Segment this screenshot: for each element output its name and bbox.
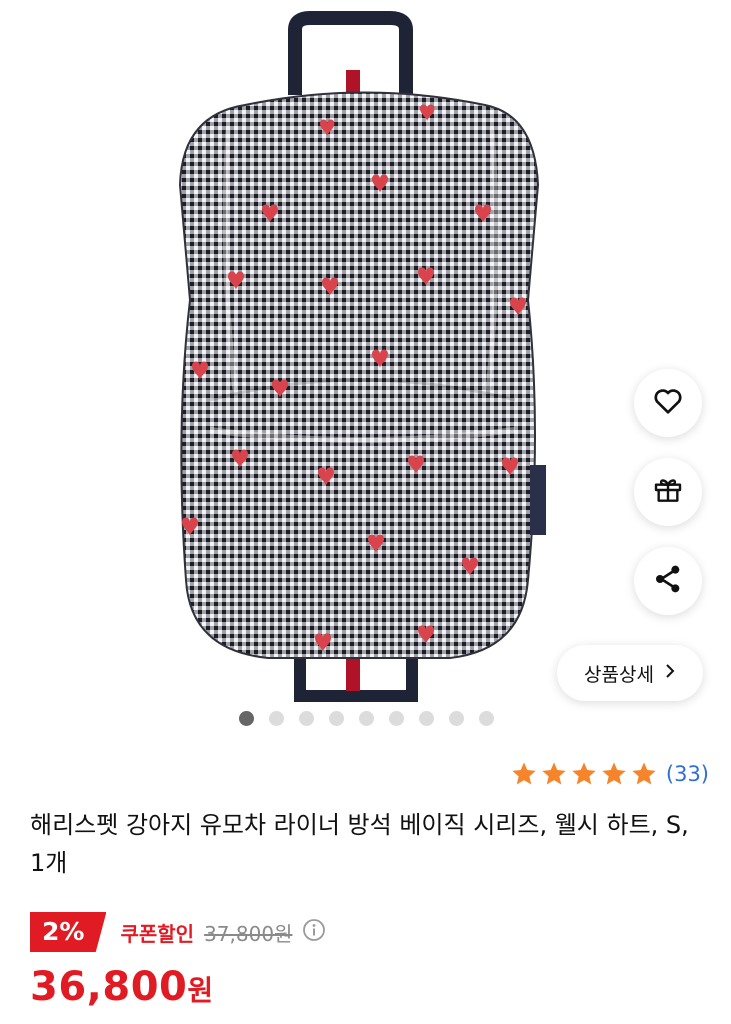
discount-badge: 2% — [30, 912, 107, 952]
product-title: 해리스펫 강아지 유모차 라이너 방석 베이직 시리즈, 웰시 하트, S, 1… — [30, 811, 689, 877]
star-icon — [512, 762, 536, 785]
product-detail-label: 상품상세 — [584, 663, 654, 686]
share-button[interactable] — [634, 547, 702, 615]
gallery-pagination — [239, 711, 494, 726]
pagination-dot[interactable] — [299, 711, 314, 726]
product-rating[interactable]: (33) — [510, 760, 709, 788]
star-icon — [542, 762, 566, 785]
final-price: 36,800원 — [30, 964, 213, 1010]
gift-button[interactable] — [634, 458, 702, 526]
pagination-dot[interactable] — [269, 711, 284, 726]
pagination-dot[interactable] — [329, 711, 344, 726]
share-icon — [652, 563, 684, 599]
star-icon — [602, 762, 626, 785]
info-icon[interactable] — [302, 918, 326, 946]
coupon-price-row: 2% 쿠폰할인 37,800원 — [30, 912, 326, 952]
wishlist-button[interactable] — [634, 369, 702, 437]
pagination-dot[interactable] — [389, 711, 404, 726]
chevron-right-icon — [664, 662, 676, 685]
final-price-number: 36,800 — [30, 964, 188, 1010]
heart-icon — [651, 384, 685, 422]
star-icon — [632, 762, 656, 785]
product-image — [178, 11, 546, 702]
pagination-dot[interactable] — [479, 711, 494, 726]
rating-count[interactable]: (33) — [666, 762, 709, 786]
star-icon — [572, 762, 596, 785]
product-image-gallery[interactable]: 상품상세 — [0, 0, 731, 740]
pagination-dot[interactable] — [449, 711, 464, 726]
coupon-label: 쿠폰할인 — [120, 921, 195, 946]
pagination-dot[interactable] — [359, 711, 374, 726]
pagination-dot[interactable] — [419, 711, 434, 726]
original-price: 37,800원 — [204, 921, 293, 946]
final-price-unit: 원 — [187, 974, 214, 1007]
pagination-dot-active[interactable] — [239, 711, 254, 726]
product-detail-button[interactable]: 상품상세 — [557, 645, 703, 701]
gift-icon — [652, 474, 684, 510]
